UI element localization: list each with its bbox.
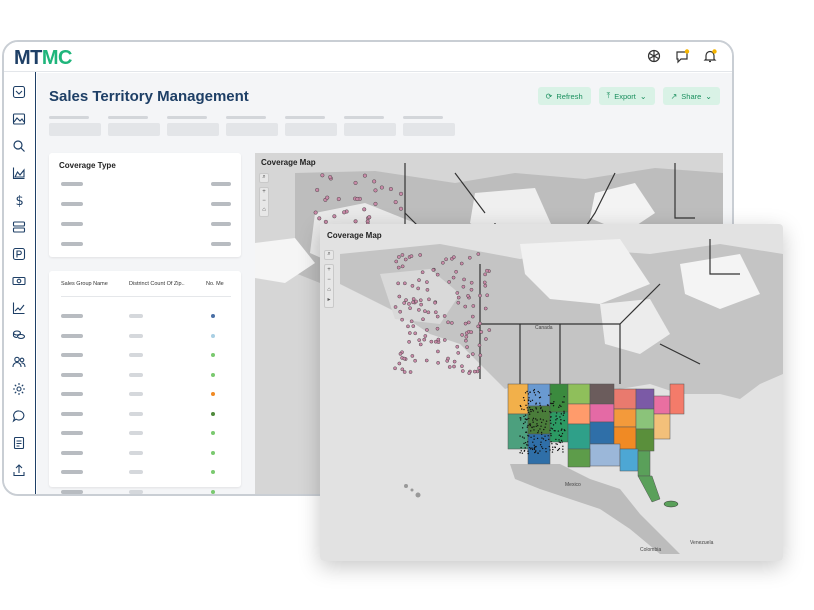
map-search-icon[interactable]: ⌕ <box>259 173 269 183</box>
export-label: Export <box>614 91 636 101</box>
chevron-down-icon: ⌄ <box>705 91 712 101</box>
coverage-type-card: Coverage Type <box>49 153 241 257</box>
table-row[interactable] <box>49 392 241 398</box>
coverage-map-popup[interactable]: Coverage Map ⌕ + − ⌂ ▸ Canada Mexico Col… <box>320 224 783 561</box>
bell-icon[interactable] <box>702 48 718 64</box>
table-row[interactable] <box>49 411 241 418</box>
logo-part1: MT <box>14 47 42 69</box>
filter-dropdown[interactable] <box>108 116 160 136</box>
chevron-down-icon: ⌄ <box>639 91 647 101</box>
parking-icon[interactable] <box>12 247 26 261</box>
users-icon[interactable] <box>12 355 26 369</box>
filter-bar <box>49 116 455 136</box>
card-title: Coverage Type <box>59 161 116 170</box>
zoom-in-button[interactable]: + <box>327 267 331 273</box>
share-button[interactable]: ↗ Share ⌄ <box>662 87 720 105</box>
filter-dropdown[interactable] <box>403 116 455 136</box>
zoom-out-button[interactable]: − <box>262 198 266 204</box>
refresh-button[interactable]: ⟳ Refresh <box>537 87 591 105</box>
chat-notification-icon[interactable] <box>674 48 690 64</box>
table-row[interactable] <box>49 353 241 359</box>
filter-dropdown[interactable] <box>344 116 396 136</box>
popup-map-canvas: Canada Mexico Colombia Venezuela <box>320 224 783 561</box>
filter-dropdown[interactable] <box>167 116 219 136</box>
play-icon[interactable]: ▸ <box>327 297 330 303</box>
share-icon: ↗ <box>670 91 678 101</box>
filter-dropdown[interactable] <box>226 116 278 136</box>
chatgpt-icon[interactable] <box>646 48 662 64</box>
share-label: Share <box>681 91 702 101</box>
area-chart-icon[interactable] <box>12 166 26 180</box>
upload-icon[interactable] <box>12 463 26 477</box>
popup-map-title: Coverage Map <box>327 231 382 240</box>
map-label-mexico: Mexico <box>565 482 581 488</box>
chat-icon[interactable] <box>12 409 26 423</box>
column-header[interactable]: Distrinct Count Of Zip.. <box>129 281 185 287</box>
column-header[interactable]: No. Me <box>206 281 224 287</box>
map-label-venezuela: Venezuela <box>690 540 714 546</box>
top-bar: MTMC <box>4 42 732 72</box>
table-row[interactable] <box>49 333 241 340</box>
line-chart-icon[interactable] <box>12 301 26 315</box>
map-search-icon[interactable]: ⌕ <box>324 250 334 260</box>
page-title: Sales Territory Management <box>49 88 249 105</box>
zoom-in-button[interactable]: + <box>262 189 266 195</box>
table-row[interactable] <box>49 314 241 320</box>
sidebar: $ <box>4 72 36 494</box>
home-icon[interactable]: ⌂ <box>327 287 331 293</box>
svg-text:$: $ <box>16 194 24 207</box>
search-icon[interactable] <box>12 139 26 153</box>
filter-dropdown[interactable] <box>285 116 337 136</box>
table-row[interactable] <box>49 489 241 495</box>
refresh-label: Refresh <box>556 91 583 101</box>
filter-dropdown[interactable] <box>49 116 101 136</box>
map-zoom-controls[interactable]: + − ⌂ ▸ <box>324 264 334 308</box>
table-row[interactable] <box>49 470 241 476</box>
image-icon[interactable] <box>12 112 26 126</box>
document-icon[interactable] <box>12 436 26 450</box>
map-title: Coverage Map <box>261 158 316 167</box>
logo[interactable]: MTMC <box>14 47 73 70</box>
settings-icon[interactable] <box>12 382 26 396</box>
money-icon[interactable] <box>12 274 26 288</box>
logo-part2: MC <box>41 47 73 69</box>
column-header[interactable]: Sales Group Name <box>61 281 108 287</box>
zoom-out-button[interactable]: − <box>327 277 331 283</box>
map-zoom-controls[interactable]: + − ⌂ <box>259 187 269 217</box>
table-row[interactable] <box>49 431 241 437</box>
map-label-canada: Canada <box>535 325 553 331</box>
home-icon[interactable]: ⌂ <box>262 207 266 213</box>
table-row[interactable] <box>49 450 241 457</box>
upload-icon: ⤒ <box>606 91 611 100</box>
export-button[interactable]: ⤒ Export ⌄ <box>598 87 655 105</box>
inbox-icon[interactable] <box>12 85 26 99</box>
map-label-colombia: Colombia <box>640 547 661 553</box>
table-row[interactable] <box>49 372 241 379</box>
refresh-icon: ⟳ <box>545 91 553 101</box>
database-icon[interactable] <box>12 220 26 234</box>
dollar-icon[interactable]: $ <box>12 193 26 207</box>
coins-icon[interactable] <box>12 328 26 342</box>
sales-group-table: Sales Group Name Distrinct Count Of Zip.… <box>49 271 241 494</box>
